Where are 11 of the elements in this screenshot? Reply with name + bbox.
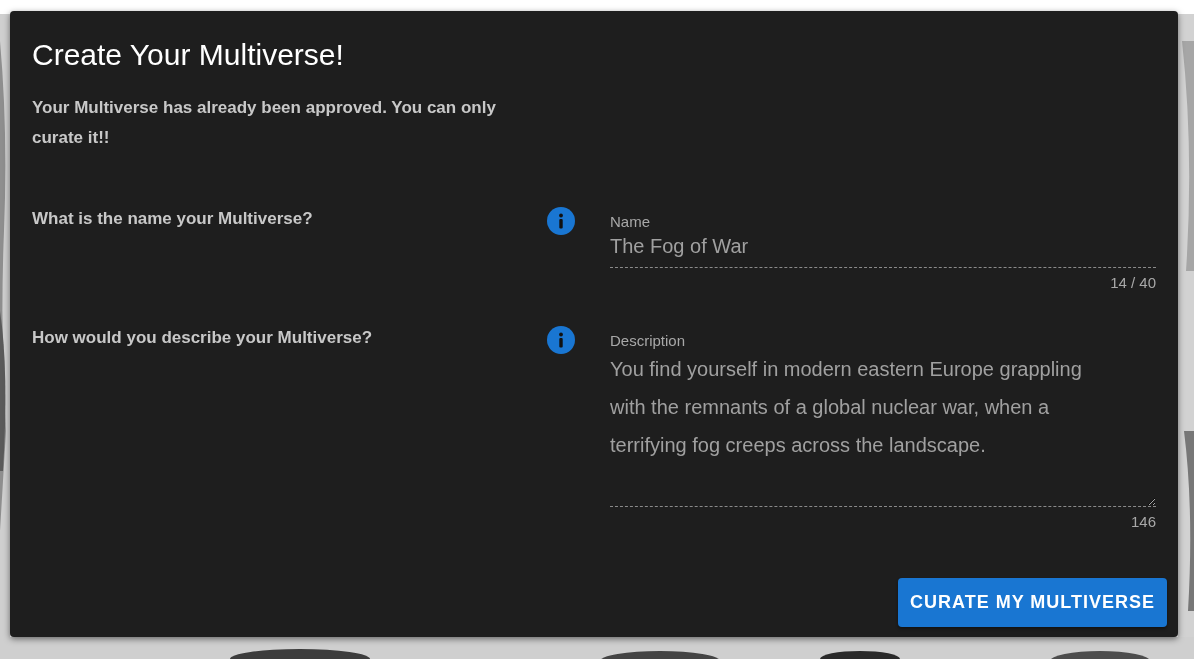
notice-text: Your Multiverse has already been approved. You can only curate it!!: [32, 97, 497, 149]
field-label: Description: [610, 332, 686, 350]
info-icon[interactable]: [547, 207, 575, 235]
field-label: Name: [610, 213, 650, 231]
curate-button[interactable]: CURATE MY MULTIVERSE: [898, 578, 1167, 627]
character-counter: 146: [1130, 513, 1156, 531]
info-icon[interactable]: [547, 326, 575, 354]
dialog-title: Create Your Multiverse!: [32, 37, 344, 73]
question-text: How would you describe your Multiverse?: [32, 327, 374, 349]
question-text: What is the name your Multiverse?: [32, 208, 314, 230]
character-counter: 14 / 40: [1110, 274, 1156, 292]
